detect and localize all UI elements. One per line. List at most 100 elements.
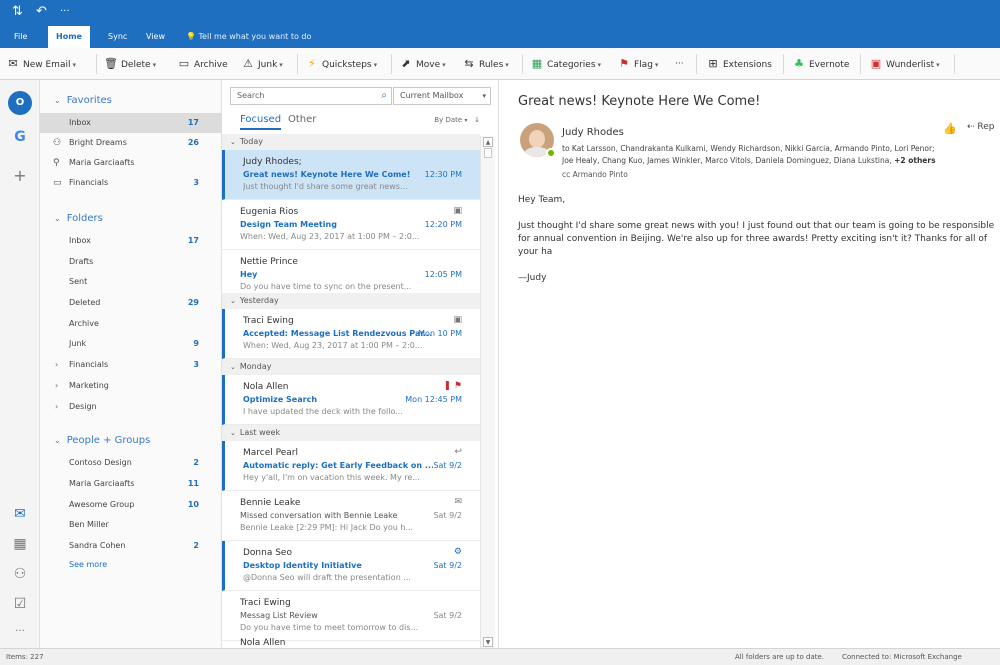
junk-button[interactable]: ⚠ Junk ▾ — [241, 55, 283, 73]
tell-me-box[interactable]: 💡 Tell me what you want to do — [186, 26, 311, 48]
search-input[interactable]: Search ⌕ — [230, 87, 392, 105]
message-time: 12:30 PM — [424, 170, 462, 179]
group-awesome[interactable]: Awesome Group 10 — [40, 495, 222, 515]
message-time: Mon 10 PM — [418, 329, 462, 338]
flag-icon[interactable]: ❚ ⚑ — [444, 381, 462, 391]
see-more-link[interactable]: See more — [69, 560, 107, 569]
people-nav-icon[interactable]: ⚇ — [10, 566, 30, 586]
folder-label: Bright Dreams — [69, 138, 127, 147]
search-scope-dropdown[interactable]: Current Mailbox ▾ — [393, 87, 491, 105]
divider — [783, 54, 784, 74]
folder-label: Design — [69, 402, 97, 411]
group-sandra-cohen[interactable]: Sandra Cohen 2 — [40, 536, 222, 556]
message-item[interactable]: ⚙ Donna Seo Desktop Identity Initiative … — [222, 541, 480, 591]
sender-name[interactable]: Judy Rhodes — [562, 127, 624, 138]
folder-financials[interactable]: › Financials 3 — [40, 355, 222, 375]
favorite-inbox[interactable]: Inbox 17 — [40, 113, 222, 133]
message-from: Bennie Leake — [240, 498, 301, 508]
undo-icon[interactable]: ↶ — [36, 4, 47, 19]
message-item[interactable]: Judy Rhodes; Great news! Keynote Here We… — [222, 150, 480, 200]
google-account-icon[interactable]: G — [10, 129, 30, 149]
folder-marketing[interactable]: › Marketing — [40, 376, 222, 396]
folder-label: Archive — [69, 319, 99, 328]
tab-sync[interactable]: Sync — [100, 26, 135, 48]
group-contoso-design[interactable]: Contoso Design 2 — [40, 453, 222, 473]
message-time: Mon 12:45 PM — [405, 395, 462, 404]
group-header-yesterday[interactable]: ⌄ Yesterday — [222, 293, 480, 309]
message-item[interactable]: ❚ ⚑ Nola Allen Optimize Search Mon 12:45… — [222, 375, 480, 425]
wunderlist-button[interactable]: ▣ Wunderlist ▾ — [869, 55, 940, 73]
outlook-account-icon[interactable]: O — [8, 91, 32, 115]
sort-arrow-icon[interactable]: ↓ — [474, 116, 480, 124]
tab-home[interactable]: Home — [48, 26, 90, 48]
evernote-button[interactable]: ♣ Evernote — [792, 55, 849, 73]
scroll-up-icon[interactable]: ▲ — [483, 137, 493, 147]
unread-count: 26 — [187, 138, 199, 147]
message-item[interactable]: ↩ Marcel Pearl Automatic reply: Get Earl… — [222, 441, 480, 491]
chevron-right-icon[interactable]: › — [55, 397, 58, 417]
message-from: Traci Ewing — [240, 598, 291, 608]
folder-deleted[interactable]: Deleted 29 — [40, 293, 222, 313]
people-groups-header[interactable]: ⌄ People + Groups — [54, 435, 150, 446]
message-item[interactable]: Traci Ewing Messag List Review Sat 9/2 D… — [222, 591, 480, 641]
folder-drafts[interactable]: Drafts — [40, 252, 222, 272]
move-button[interactable]: ⬈ Move ▾ — [399, 55, 445, 73]
reply-button[interactable]: ⇠ Rep — [967, 122, 995, 132]
message-list-scrollbar[interactable]: ▲ ▼ — [480, 136, 495, 648]
folder-label: Drafts — [69, 257, 94, 266]
rules-button[interactable]: ⇆ Rules ▾ — [462, 55, 508, 73]
group-header-last-week[interactable]: ⌄ Last week — [222, 425, 480, 441]
scroll-down-icon[interactable]: ▼ — [483, 637, 493, 647]
message-item[interactable]: Nola Allen — [222, 638, 480, 648]
folder-sent[interactable]: Sent — [40, 272, 222, 292]
send-receive-icon[interactable]: ⇅ — [12, 4, 23, 19]
folders-header[interactable]: ⌄ Folders — [54, 213, 103, 224]
mail-nav-icon[interactable]: ✉ — [10, 506, 30, 526]
message-item[interactable]: ▣ Traci Ewing Accepted: Message List Ren… — [222, 309, 480, 359]
more-nav-icon[interactable]: ··· — [10, 626, 30, 646]
folder-junk[interactable]: Junk 9 — [40, 334, 222, 354]
more-recipients-link[interactable]: +2 others — [894, 156, 935, 165]
calendar-nav-icon[interactable]: ▦ — [10, 536, 30, 556]
more-icon[interactable]: ··· — [60, 6, 70, 17]
tab-focused[interactable]: Focused — [240, 114, 282, 130]
more-commands-button[interactable]: ··· — [675, 55, 684, 73]
message-preview: @Donna Seo will draft the presentation .… — [243, 573, 411, 582]
message-preview: Bennie Leake [2:29 PM]: Hi Jack Do you h… — [240, 523, 414, 532]
tab-other[interactable]: Other — [288, 114, 316, 125]
categories-button[interactable]: ▦ Categories ▾ — [530, 55, 601, 73]
folder-design[interactable]: › Design — [40, 397, 222, 417]
favorite-financials[interactable]: ▭ Financials 3 — [40, 173, 222, 193]
group-ben-miller[interactable]: Ben Miller — [40, 515, 222, 535]
message-item[interactable]: ✉ Bennie Leake Missed conversation with … — [222, 491, 480, 541]
group-header-monday[interactable]: ⌄ Monday — [222, 359, 480, 375]
group-label: Contoso Design — [69, 458, 132, 467]
divider — [391, 54, 392, 74]
favorite-bright-dreams[interactable]: ⚇ Bright Dreams 26 — [40, 133, 222, 153]
account-rail: O G + ✉ ▦ ⚇ ☑ ··· — [0, 80, 40, 648]
tab-view[interactable]: View — [138, 26, 173, 48]
sort-dropdown[interactable]: By Date ▾ ↓ — [434, 116, 480, 124]
quicksteps-button[interactable]: ⚡ Quicksteps ▾ — [305, 55, 377, 73]
tab-file[interactable]: File — [6, 26, 35, 48]
chevron-right-icon[interactable]: › — [55, 355, 58, 375]
archive-button[interactable]: ▭ Archive — [177, 55, 228, 73]
folder-archive[interactable]: Archive — [40, 314, 222, 334]
person-icon: ⚲ — [53, 158, 60, 168]
message-item[interactable]: ▣ Eugenia Rios Design Team Meeting 12:20… — [222, 200, 480, 250]
search-icon[interactable]: ⌕ — [381, 88, 387, 104]
like-icon[interactable]: 👍 — [943, 122, 957, 135]
group-maria[interactable]: Maria Garciaafts 11 — [40, 474, 222, 494]
extensions-button[interactable]: ⊞ Extensions — [706, 55, 771, 73]
favorite-maria[interactable]: ⚲ Maria Garciaafts — [40, 153, 222, 173]
favorites-header[interactable]: ⌄ Favorites — [54, 95, 112, 106]
delete-button[interactable]: 🗑 Delete ▾ — [104, 55, 156, 73]
tasks-nav-icon[interactable]: ☑ — [10, 596, 30, 616]
group-header-today[interactable]: ⌄ Today — [222, 134, 480, 150]
folder-inbox[interactable]: Inbox 17 — [40, 231, 222, 251]
scroll-thumb[interactable] — [484, 148, 492, 158]
add-account-icon[interactable]: + — [10, 166, 30, 186]
flag-button[interactable]: ⚑ Flag ▾ — [617, 55, 658, 73]
new-email-button[interactable]: ✉ New Email ▾ — [6, 55, 76, 73]
chevron-right-icon[interactable]: › — [55, 376, 58, 396]
